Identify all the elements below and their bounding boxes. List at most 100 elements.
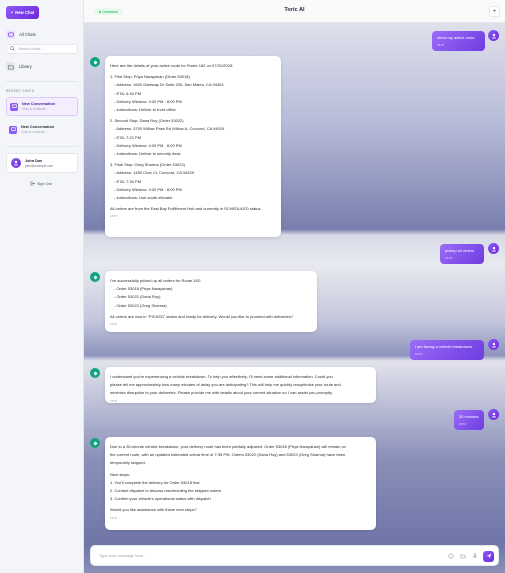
message-line: 1. First Stop: Priya Narayanan (Order 53… bbox=[110, 74, 190, 80]
recent-chat-subtitle: Click to continue... bbox=[21, 130, 48, 134]
user-name: John Doe bbox=[25, 158, 43, 163]
message-timestamp: 18:57 bbox=[110, 214, 118, 219]
attachment-icon[interactable] bbox=[460, 553, 466, 561]
message-line: please tell me approximately how many mi… bbox=[110, 382, 341, 388]
message-line: - Order 53022 (Dana Roy) bbox=[114, 294, 161, 300]
message-input[interactable]: Type your message here... bbox=[90, 545, 499, 566]
search-input[interactable]: Search chats... bbox=[6, 44, 78, 54]
recent-chat-item[interactable]: New Conversation Click to continue... bbox=[6, 120, 78, 139]
recent-chats-heading: RECENT CHATS bbox=[6, 89, 35, 93]
message-line: minimize disruption to your deliveries. … bbox=[110, 390, 333, 396]
message-text: pickup all orders bbox=[445, 248, 475, 253]
message-line: I've successfully picked up all orders f… bbox=[110, 278, 202, 283]
send-button[interactable] bbox=[483, 551, 494, 562]
message-timestamp: 18:57 bbox=[110, 322, 118, 327]
user-avatar-icon bbox=[488, 409, 499, 420]
message-timestamp: 18:57 bbox=[110, 398, 118, 403]
message-line: 3. Confirm your vehicle's operational st… bbox=[110, 496, 211, 502]
recent-chat-title: New Conversation bbox=[22, 102, 56, 106]
chat-area: Connected Toric AI + show my active rout… bbox=[84, 0, 505, 573]
message-line: - ETA: 6:34 PM bbox=[114, 90, 142, 96]
sidebar-item-library[interactable]: Library bbox=[6, 61, 78, 72]
message-text: show my active route bbox=[437, 35, 475, 40]
message-line: - Instructions: Deliver to front office bbox=[114, 107, 176, 113]
message-timestamp: 18:57 bbox=[459, 422, 467, 426]
message-line: the current route, with an updated estim… bbox=[110, 452, 346, 458]
chat-bubble-icon bbox=[6, 30, 15, 39]
divider bbox=[6, 146, 78, 147]
new-chat-label: New Chat bbox=[15, 10, 35, 15]
message-line: 3. Final Stop: Greg Sharma (Order 53023) bbox=[110, 162, 185, 168]
send-icon bbox=[486, 553, 492, 561]
sign-out-icon bbox=[30, 181, 35, 187]
message-line: Next steps: bbox=[110, 471, 131, 477]
chat-bubble-icon bbox=[9, 125, 17, 134]
user-email: john@example.com bbox=[25, 163, 54, 168]
assistant-message: I understand you're experiencing a vehic… bbox=[105, 367, 376, 403]
add-button[interactable]: + bbox=[489, 6, 500, 17]
message-line: - Address: 1600 Gateway Dr Suite 200, Sa… bbox=[114, 82, 224, 88]
user-avatar-icon bbox=[488, 339, 499, 350]
sign-out-button[interactable]: Sign Out bbox=[30, 181, 52, 187]
folder-icon bbox=[6, 62, 15, 71]
divider bbox=[6, 81, 78, 82]
recent-chat-item[interactable]: New Conversation Click to continue... bbox=[6, 97, 78, 116]
message-line: Due to a 30-minute vehicle breakdown, yo… bbox=[110, 444, 346, 449]
search-placeholder: Search chats... bbox=[18, 47, 44, 51]
message-timestamp: 18:57 bbox=[437, 43, 445, 47]
message-line: temporarily skipped. bbox=[110, 460, 146, 466]
message-line: - ETA: 7:30 PM bbox=[114, 178, 142, 184]
message-line: - Address: 1450 Civic Ct, Concord, CA 94… bbox=[114, 170, 195, 176]
recent-chat-title: New Conversation bbox=[21, 125, 55, 129]
emoji-icon[interactable] bbox=[448, 553, 454, 561]
assistant-message: Here are the details of your active rout… bbox=[105, 56, 281, 237]
message-line: All orders are now in "PICKED" status an… bbox=[110, 313, 293, 319]
user-message: 30 minutes 18:57 bbox=[454, 410, 484, 430]
recent-chat-subtitle: Click to continue... bbox=[22, 107, 49, 111]
message-line: - Order 53018 (Priya Narayanan) bbox=[114, 286, 173, 292]
page-title: Toric AI bbox=[284, 7, 305, 13]
user-avatar-icon bbox=[488, 30, 499, 41]
message-timestamp: 18:57 bbox=[445, 256, 453, 260]
user-profile-card[interactable]: John Doe john@example.com bbox=[6, 153, 78, 173]
microphone-icon[interactable] bbox=[472, 553, 478, 561]
message-line: Would you like assistance with these nex… bbox=[110, 507, 197, 513]
assistant-avatar-icon bbox=[90, 272, 100, 282]
message-line: - Delivery Window: 4:00 PM - 8:00 PM bbox=[114, 98, 182, 104]
plus-icon: + bbox=[10, 10, 14, 15]
message-line: - Instructions: Use south elevator bbox=[114, 195, 173, 201]
new-chat-button[interactable]: + New Chat bbox=[6, 6, 39, 19]
message-timestamp: 18:57 bbox=[415, 352, 423, 356]
user-avatar-icon bbox=[488, 243, 499, 254]
user-message: pickup all orders 18:57 bbox=[440, 244, 484, 264]
message-line: - Delivery Window: 4:00 PM - 8:00 PM bbox=[114, 142, 182, 148]
chat-bubble-icon bbox=[10, 102, 18, 111]
message-line: All orders are from the East Bay Fulfill… bbox=[110, 206, 262, 212]
message-input-placeholder: Type your message here... bbox=[99, 553, 147, 558]
message-line: - Order 53023 (Greg Sharma) bbox=[114, 302, 167, 308]
message-timestamp: 18:57 bbox=[110, 515, 118, 520]
message-line: - Address: 3700 Willow Pass Rd Willow A,… bbox=[114, 126, 225, 132]
sidebar-item-label: All Chats bbox=[19, 32, 36, 37]
assistant-message: Due to a 30-minute vehicle breakdown, yo… bbox=[105, 437, 376, 530]
user-avatar-icon bbox=[11, 158, 21, 168]
user-message: i am facing a vehicle breakdown 18:57 bbox=[410, 340, 484, 360]
sidebar-item-all-chats[interactable]: All Chats bbox=[6, 29, 78, 40]
assistant-message: I've successfully picked up all orders f… bbox=[105, 271, 317, 332]
sidebar-item-label: Library bbox=[19, 64, 32, 69]
assistant-avatar-icon bbox=[90, 57, 100, 67]
message-line: 2. Contact dispatch to discuss reschedul… bbox=[110, 488, 221, 494]
sign-out-label: Sign Out bbox=[37, 182, 52, 186]
assistant-avatar-icon bbox=[90, 368, 100, 378]
message-line: - ETA: 7:21 PM bbox=[114, 134, 142, 140]
sidebar: + New Chat All Chats Search chats... Lib… bbox=[0, 0, 84, 573]
search-icon bbox=[10, 46, 15, 52]
message-line: 2. Second Stop: Dana Roy (Order 53022) bbox=[110, 118, 184, 124]
user-message: show my active route 18:57 bbox=[432, 31, 485, 51]
plus-icon: + bbox=[492, 8, 497, 15]
assistant-avatar-icon bbox=[90, 438, 100, 448]
message-line: - Delivery Window: 4:00 PM - 8:00 PM bbox=[114, 186, 182, 192]
message-line: I understand you're experiencing a vehic… bbox=[110, 374, 333, 379]
message-text: i am facing a vehicle breakdown bbox=[415, 344, 472, 349]
message-line: - Instructions: Deliver to security desk bbox=[114, 151, 181, 157]
